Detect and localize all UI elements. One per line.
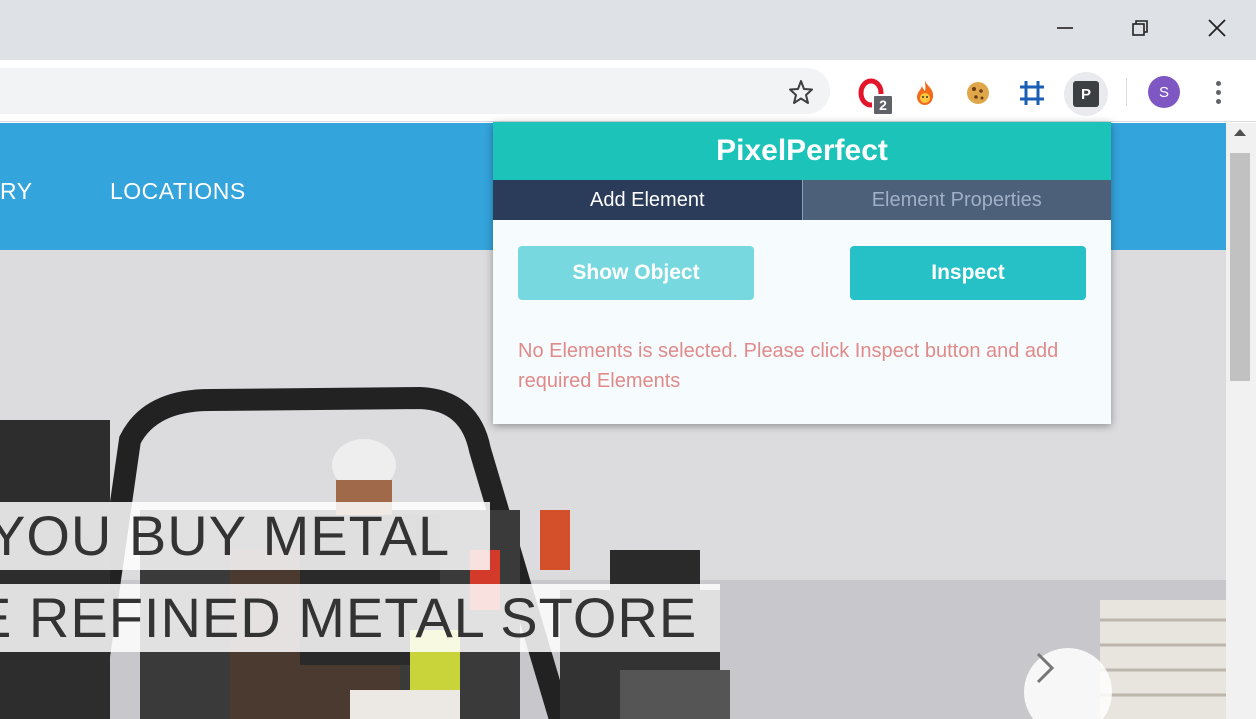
address-bar[interactable] [0,68,830,114]
page-scrollbar[interactable] [1226,123,1256,719]
popup-tabs: Add Element Element Properties [493,180,1111,220]
status-message: No Elements is selected. Please click In… [518,340,1059,392]
inspect-button[interactable]: Inspect [850,246,1086,300]
menu-dot-icon [1215,80,1221,86]
menu-dot-icon [1215,89,1221,95]
browser-toolbar: 2 P S [0,60,1256,122]
window-titlebar [0,0,1256,60]
flame-icon [917,81,934,105]
cookie-icon [967,82,989,104]
tab-add-element[interactable]: Add Element [493,180,802,220]
scroll-thumb[interactable] [1230,153,1250,381]
profile-avatar[interactable]: S [1148,76,1180,108]
crop-frame-icon [1020,81,1044,105]
popup-title: PixelPerfect [493,122,1111,180]
chevron-right-icon [1036,652,1055,684]
cookie-extension-button[interactable] [962,77,994,109]
hero-caption-line1: YOU BUY METAL [0,502,490,570]
browser-menu-button[interactable] [1204,77,1232,107]
pixelperfect-popup: PixelPerfect Add Element Element Propert… [493,122,1111,424]
minimize-button[interactable] [1040,8,1090,48]
tab-element-properties[interactable]: Element Properties [801,180,1111,220]
toolbar-separator [1126,78,1127,106]
pixelperfect-extension-button[interactable]: P [1064,72,1108,116]
crop-extension-button[interactable] [1016,77,1048,109]
bookmark-star-button[interactable] [786,77,816,107]
menu-dot-icon [1215,98,1221,104]
pixelperfect-icon: P [1073,81,1099,107]
show-object-button[interactable]: Show Object [518,246,754,300]
close-button[interactable] [1192,8,1242,48]
hero-caption-line2: E REFINED METAL STORE [0,584,720,652]
fire-extension-button[interactable] [909,77,941,109]
nav-item-partial[interactable]: RY [0,178,33,205]
restore-button[interactable] [1115,8,1165,48]
minimize-icon [1057,27,1073,29]
restore-icon [1132,20,1148,36]
nav-item-locations[interactable]: LOCATIONS [110,178,246,205]
scroll-up-arrow-icon[interactable] [1234,129,1246,136]
close-icon [1208,19,1226,37]
star-icon [789,80,813,104]
extension-count-badge: 2 [872,94,894,116]
